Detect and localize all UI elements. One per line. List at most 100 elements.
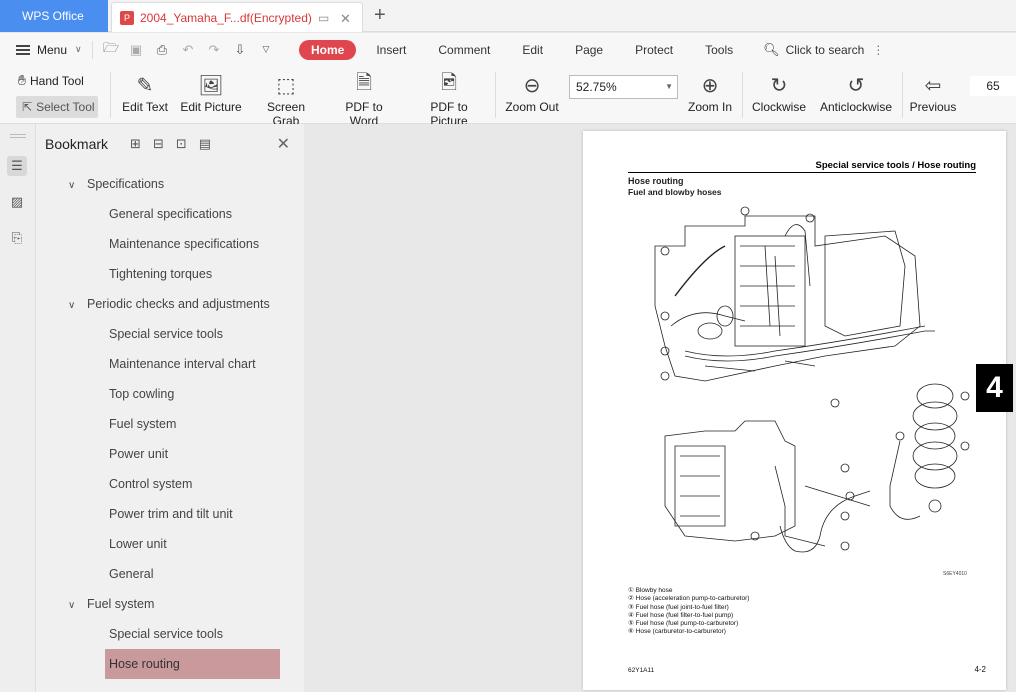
hamburger-icon: [16, 44, 30, 55]
screen-grab-button[interactable]: ⬚ Screen Grab: [254, 70, 318, 129]
app-tab[interactable]: WPS Office: [0, 0, 108, 32]
bookmark-panel: Bookmark ⊞ ⊟ ⊡ ▤ ✕ ∨ Specifications Gener…: [36, 124, 331, 692]
close-icon[interactable]: ✕: [277, 134, 290, 154]
more-dropdown-icon[interactable]: ▽: [259, 44, 273, 55]
pdf-to-picture-button[interactable]: 🖻 PDF to Picture: [412, 70, 486, 128]
chevron-down-icon: ∨: [75, 44, 82, 54]
chevron-down-icon[interactable]: ∨: [68, 291, 81, 321]
ribbon-tabs: Home Insert Comment Edit Page Protect To…: [299, 39, 749, 60]
tab-protect[interactable]: Protect: [619, 40, 689, 60]
tab-tools[interactable]: Tools: [689, 40, 749, 60]
tab-home[interactable]: Home: [299, 39, 357, 60]
zoom-out-icon: ⊖: [523, 74, 541, 97]
add-bookmark-icon[interactable]: ⊡: [176, 136, 187, 152]
bookmark-item[interactable]: Control system: [36, 469, 284, 499]
hand-icon: ✋︎: [18, 72, 26, 88]
hose-routing-diagram: [654, 206, 970, 553]
page-subheading: Fuel and blowby hoses: [628, 187, 722, 197]
legend-item: ④ Fuel hose (fuel filter-to-fuel pump): [628, 611, 734, 619]
collapse-all-icon[interactable]: ⊟: [153, 136, 164, 152]
bookmark-item[interactable]: Special service tools: [36, 619, 284, 649]
bookmark-item[interactable]: Fuel system: [36, 409, 284, 439]
bookmark-item[interactable]: Power unit: [36, 439, 284, 469]
edit-text-icon: ✎: [136, 74, 154, 97]
thumbnail-panel-icon[interactable]: ▨: [7, 192, 27, 212]
screen-grab-icon: ⬚: [276, 74, 296, 97]
select-tool-button[interactable]: ⇱ Select Tool: [16, 96, 98, 118]
bookmark-item[interactable]: ∨ Periodic checks and adjustments: [36, 289, 284, 319]
print-icon[interactable]: ⎙: [155, 42, 169, 58]
chevron-down-icon[interactable]: ∨: [68, 171, 81, 201]
bookmark-item[interactable]: Top cowling: [36, 379, 284, 409]
page-footer-code: 62Y1A11: [628, 667, 655, 674]
bookmark-list: ∨ Specifications General specifications M…: [36, 169, 284, 679]
bookmark-item-selected[interactable]: Hose routing: [105, 649, 280, 679]
zoom-out-button[interactable]: ⊖ Zoom Out: [503, 70, 561, 115]
title-bar: WPS Office P 2004_Yamaha_F...df(Encrypte…: [0, 0, 1016, 32]
document-tab[interactable]: P 2004_Yamaha_F...df(Encrypted) ▭ ✕: [111, 2, 363, 32]
pdf-page: Special service tools / Hose routing Hos…: [583, 131, 1006, 690]
expand-all-icon[interactable]: ⊞: [130, 136, 141, 152]
select-tool-label: Select Tool: [36, 100, 95, 114]
legend-item: ⑥ Hose (carburetor-to-carburetor): [628, 628, 726, 636]
bookmark-options-icon[interactable]: ▤: [199, 136, 211, 152]
legend-item: ② Hose (acceleration pump-to-carburetor): [628, 595, 750, 603]
open-icon[interactable]: 🗁: [103, 39, 119, 61]
rotate-clockwise-icon: ↻: [770, 74, 788, 97]
document-viewer[interactable]: Special service tools / Hose routing Hos…: [304, 124, 1016, 692]
zoom-in-button[interactable]: ⊕ Zoom In: [686, 70, 734, 115]
present-icon[interactable]: ▭: [318, 11, 329, 25]
chapter-tab: 4: [976, 364, 1013, 412]
page-heading: Hose routing: [628, 176, 684, 186]
bookmark-item[interactable]: Tightening torques: [36, 259, 284, 289]
tab-insert[interactable]: Insert: [360, 40, 422, 60]
page-number-input[interactable]: 65: [970, 76, 1016, 96]
bookmark-item[interactable]: General specifications: [36, 199, 284, 229]
tab-edit[interactable]: Edit: [506, 40, 559, 60]
tab-comment[interactable]: Comment: [422, 40, 506, 60]
header-rule: [628, 172, 976, 173]
zoom-out-label: Zoom Out: [505, 100, 559, 114]
bookmark-item[interactable]: General: [36, 559, 284, 589]
close-tab-icon[interactable]: ✕: [340, 11, 351, 27]
bookmark-item[interactable]: Special service tools: [36, 319, 284, 349]
cursor-icon: ⇱: [22, 100, 33, 114]
edit-picture-button[interactable]: 🖼︎ Edit Picture: [180, 70, 242, 115]
hand-tool-button[interactable]: ✋︎ Hand Tool: [18, 72, 84, 89]
document-tab-title: 2004_Yamaha_F...df(Encrypted): [140, 10, 312, 25]
bookmark-item[interactable]: Power trim and tilt unit: [36, 499, 284, 529]
bookmark-item[interactable]: Maintenance specifications: [36, 229, 284, 259]
menu-button[interactable]: Menu ∨: [0, 33, 92, 66]
pdf-to-picture-icon: 🖻: [440, 72, 458, 94]
page-footer-number: 4-2: [974, 665, 986, 674]
previous-page-button[interactable]: ⇦ Previous: [908, 70, 958, 115]
pdf-file-icon: P: [120, 10, 134, 25]
chevron-down-icon[interactable]: ∨: [68, 591, 81, 621]
attachment-panel-icon[interactable]: ⎘: [7, 228, 27, 248]
search-box[interactable]: 🔍︎ Click to search ⋮: [763, 42, 884, 58]
pdf-to-word-button[interactable]: 🗎 PDF to Word: [330, 70, 398, 128]
clockwise-button[interactable]: ↻ Clockwise: [750, 70, 808, 115]
export-icon[interactable]: ⇩: [233, 42, 247, 58]
page-header: Special service tools / Hose routing: [815, 160, 977, 171]
anticlockwise-label: Anticlockwise: [819, 100, 893, 114]
bookmark-item[interactable]: ∨ Specifications: [36, 169, 284, 199]
zoom-select[interactable]: 52.75% ▼: [569, 75, 678, 99]
bookmark-item[interactable]: Lower unit: [36, 529, 284, 559]
edit-text-button[interactable]: ✎ Edit Text: [122, 70, 168, 115]
bookmark-panel-icon[interactable]: ☰: [7, 156, 27, 176]
bookmark-panel-title: Bookmark: [45, 136, 109, 152]
previous-label: Previous: [909, 100, 957, 114]
clockwise-label: Clockwise: [751, 100, 806, 114]
undo-icon[interactable]: ↶: [181, 42, 195, 58]
menu-label: Menu: [37, 42, 68, 57]
bookmark-item[interactable]: Maintenance interval chart: [36, 349, 284, 379]
anticlockwise-button[interactable]: ↺ Anticlockwise: [818, 70, 894, 115]
chevron-down-icon: ▼: [665, 82, 673, 91]
tab-page[interactable]: Page: [559, 40, 619, 60]
more-options-icon[interactable]: ⋮: [872, 43, 884, 57]
new-tab-button[interactable]: +: [374, 4, 386, 27]
save-icon[interactable]: ▣: [129, 42, 143, 58]
bookmark-item[interactable]: ∨ Fuel system: [36, 589, 284, 619]
redo-icon[interactable]: ↷: [207, 42, 221, 58]
